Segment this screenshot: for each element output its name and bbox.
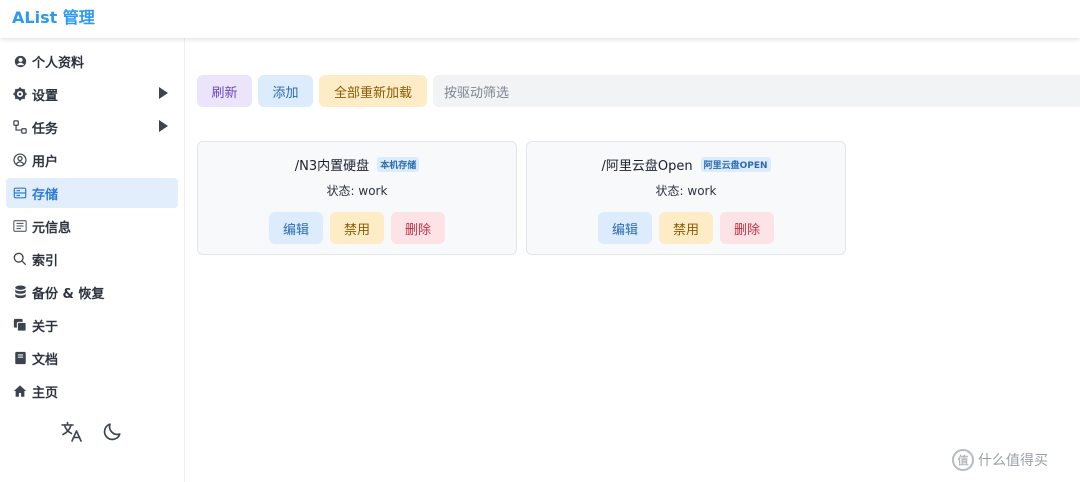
watermark-text: 什么值得买 [978, 453, 1048, 469]
sidebar-item-meta[interactable]: 元信息 [6, 211, 178, 241]
sidebar-item-tasks[interactable]: 任务 [6, 112, 178, 142]
search-icon [12, 251, 28, 267]
app-title[interactable]: AList 管理 [12, 4, 95, 28]
storage-mount-path: /阿里云盘Open [601, 159, 693, 174]
storage-card: /N3内置硬盘 本机存储 状态: work 编辑 禁用 删除 [197, 141, 517, 255]
user-circle-icon [12, 152, 28, 168]
sidebar-item-about[interactable]: 关于 [6, 310, 178, 340]
watermark: 值 什么值得买 [952, 449, 1048, 471]
sidebar-item-home[interactable]: 主页 [6, 376, 178, 406]
moon-icon [103, 423, 121, 441]
refresh-button[interactable]: 刷新 [197, 75, 252, 107]
sidebar-item-label: 备份 & 恢复 [32, 287, 105, 302]
sidebar-item-profile[interactable]: 个人资料 [6, 46, 178, 76]
dark-mode-toggle[interactable] [100, 420, 124, 444]
driver-filter-input[interactable]: 按驱动筛选 [433, 75, 1080, 107]
storage-mount-path: /N3内置硬盘 [294, 159, 370, 174]
disable-button[interactable]: 禁用 [330, 212, 384, 244]
edit-button[interactable]: 编辑 [269, 212, 323, 244]
sidebar-item-label: 文档 [32, 353, 59, 368]
sidebar-item-label: 主页 [32, 386, 59, 401]
sidebar-item-backup[interactable]: 备份 & 恢复 [6, 277, 178, 307]
sidebar-item-label: 设置 [32, 89, 59, 104]
main-content: 刷新 添加 全部重新加载 按驱动筛选 /N3内置硬盘 本机存储 状态: work… [185, 38, 1080, 482]
app-header: AList 管理 [0, 0, 1080, 38]
sidebar-item-label: 个人资料 [32, 56, 85, 71]
storage-status: 状态: work [326, 184, 388, 198]
meta-info-icon [12, 218, 28, 234]
storage-card-title: /阿里云盘Open 阿里云盘OPEN [527, 155, 845, 174]
home-icon [12, 383, 28, 399]
sidebar-item-label: 任务 [32, 122, 59, 137]
add-button[interactable]: 添加 [258, 75, 313, 107]
delete-button[interactable]: 删除 [391, 212, 445, 244]
sidebar-item-users[interactable]: 用户 [6, 145, 178, 175]
expand-arrow-icon [159, 120, 168, 132]
sidebar-item-storage[interactable]: 存储 [6, 178, 178, 208]
sidebar-item-index[interactable]: 索引 [6, 244, 178, 274]
user-profile-icon [12, 53, 28, 69]
book-icon [12, 350, 28, 366]
storage-card: /阿里云盘Open 阿里云盘OPEN 状态: work 编辑 禁用 删除 [526, 141, 846, 255]
sidebar-item-label: 元信息 [32, 221, 72, 236]
translate-icon [61, 421, 82, 442]
database-icon [12, 284, 28, 300]
delete-button[interactable]: 删除 [720, 212, 774, 244]
translate-button[interactable] [60, 420, 84, 444]
sidebar-item-label: 存储 [32, 188, 59, 203]
edit-button[interactable]: 编辑 [598, 212, 652, 244]
storage-card-title: /N3内置硬盘 本机存储 [198, 155, 516, 174]
watermark-logo: 值 [952, 449, 974, 471]
sidebar-item-docs[interactable]: 文档 [6, 343, 178, 373]
storage-driver-badge: 阿里云盘OPEN [700, 157, 771, 172]
storage-status: 状态: work [655, 184, 717, 198]
task-flow-icon [12, 119, 28, 135]
sidebar-item-settings[interactable]: 设置 [6, 79, 178, 109]
sidebar-item-label: 用户 [32, 155, 59, 170]
expand-arrow-icon [159, 87, 168, 99]
sidebar-item-label: 关于 [32, 320, 59, 335]
storage-driver-badge: 本机存储 [377, 157, 420, 172]
sidebar: 个人资料 设置 任务 用户 存储 元信息 索引 备份 & 恢复 关于 文档 主页 [0, 38, 185, 482]
storage-icon [12, 185, 28, 201]
disable-button[interactable]: 禁用 [659, 212, 713, 244]
reload-all-button[interactable]: 全部重新加载 [319, 75, 427, 107]
gear-icon [12, 86, 28, 102]
copy-icon [12, 317, 28, 333]
sidebar-item-label: 索引 [32, 254, 59, 269]
sidebar-tools [60, 420, 124, 444]
